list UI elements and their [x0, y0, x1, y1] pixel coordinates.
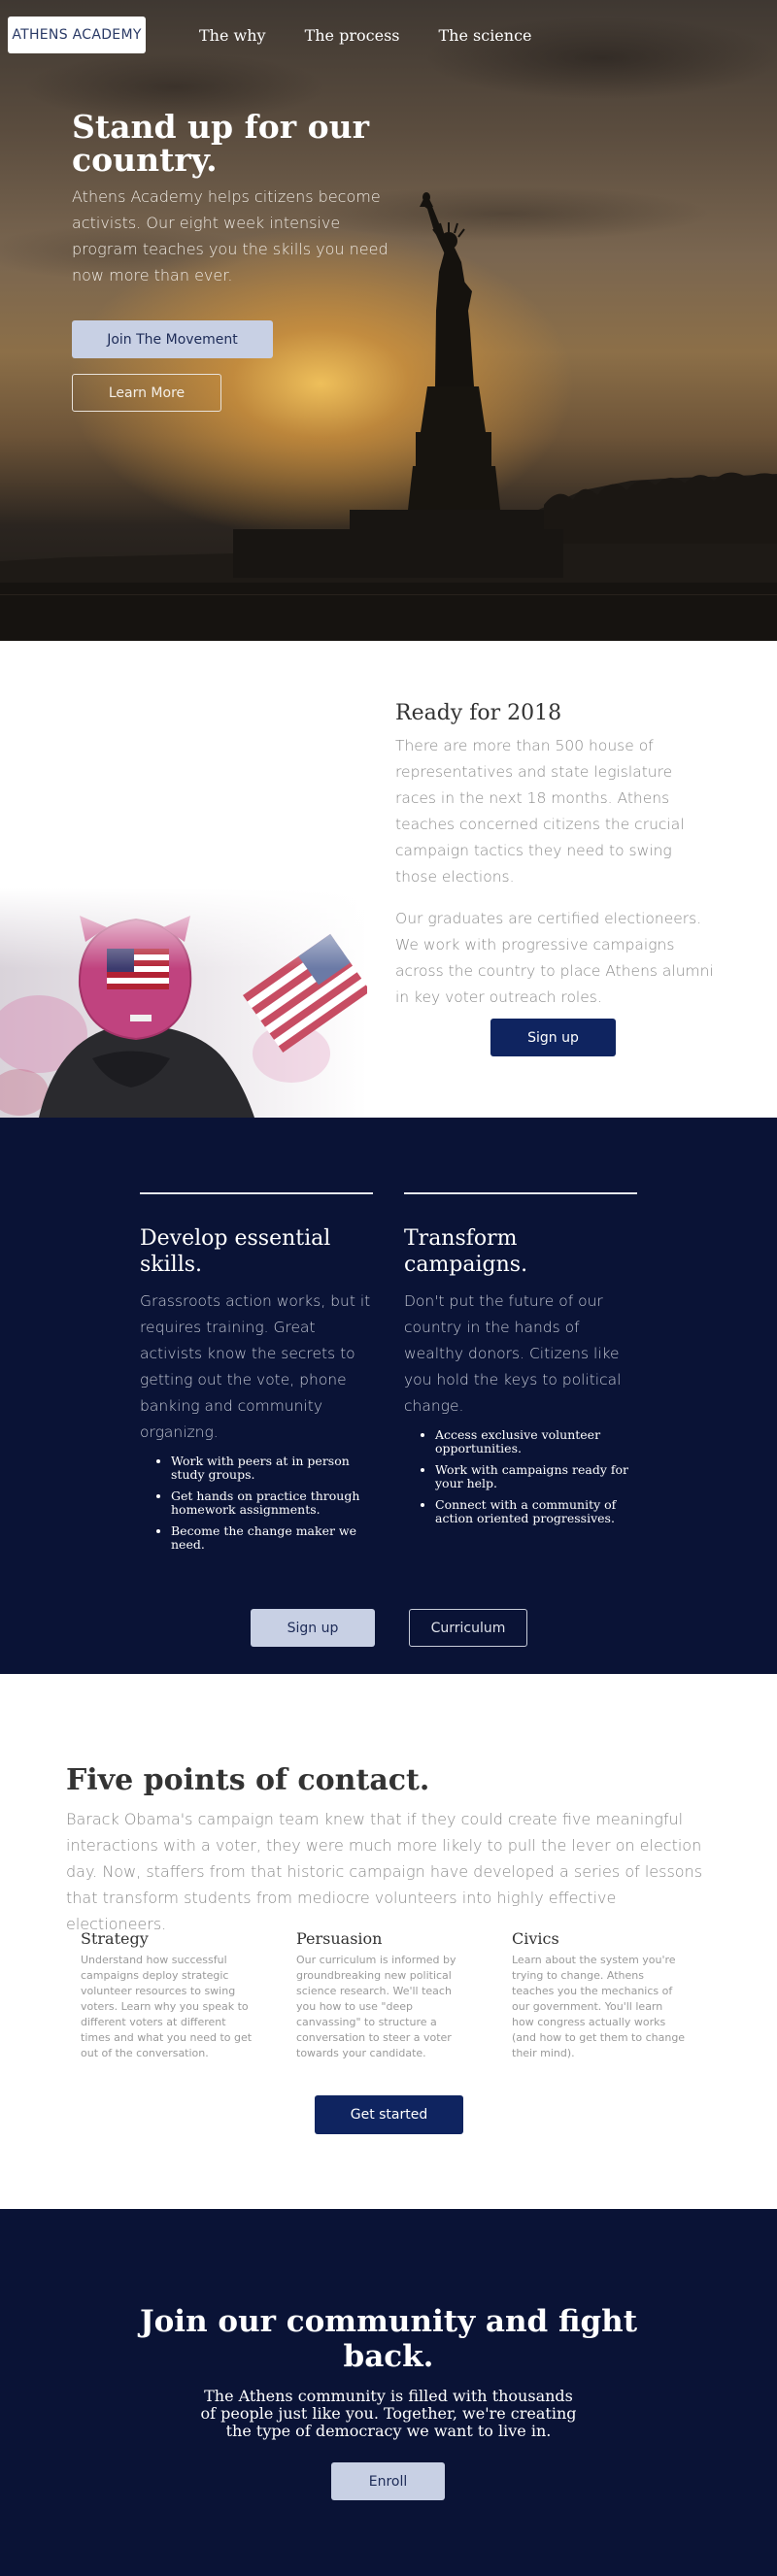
get-started-button[interactable]: Get started — [315, 2095, 463, 2134]
ready-paragraph-2: Our graduates are certified electioneers… — [395, 910, 714, 1006]
feature-column-skills: Develop essential skills. Grassroots act… — [140, 1192, 373, 1559]
enroll-button[interactable]: Enroll — [331, 2462, 445, 2500]
point-column-persuasion: Persuasion Our curriculum is informed by… — [296, 1929, 471, 2061]
list-item: Become the change maker we need. — [171, 1524, 373, 1552]
list-item: Access exclusive volunteer opportunities… — [435, 1428, 637, 1455]
hero-section: ATHENS ACADEMY The why The process The s… — [0, 0, 777, 641]
feature-paragraph-campaigns: Don't put the future of our country in t… — [404, 1292, 622, 1415]
ready-text-block: Ready for 2018 There are more than 500 h… — [395, 701, 714, 1011]
point-title: Strategy — [81, 1929, 149, 1948]
feature-column-campaigns: Transform campaigns. Don't put the futur… — [404, 1192, 637, 1533]
ready-sign-up-button[interactable]: Sign up — [490, 1019, 616, 1056]
point-title: Civics — [512, 1929, 559, 1948]
ready-section: Ready for 2018 There are more than 500 h… — [0, 641, 777, 1118]
five-points-section: Five points of contact. Barack Obama's c… — [0, 1674, 777, 2209]
ready-paragraph-1: There are more than 500 house of represe… — [395, 737, 685, 886]
feature-divider — [404, 1192, 637, 1194]
athens-academy-logo[interactable]: ATHENS ACADEMY — [8, 17, 146, 53]
feature-paragraph-skills: Grassroots action works, but it requires… — [140, 1292, 371, 1441]
point-column-strategy: Strategy Understand how successful campa… — [81, 1929, 255, 2061]
ready-title: Ready for 2018 — [395, 701, 562, 725]
nav-link-the-science[interactable]: The science — [438, 26, 531, 45]
nav-link-the-process[interactable]: The process — [305, 26, 400, 45]
nav-links: The why The process The science — [199, 26, 532, 45]
point-title: Persuasion — [296, 1929, 383, 1948]
point-text: Understand how successful campaigns depl… — [81, 1954, 253, 2059]
feature-divider — [140, 1192, 373, 1194]
points-title: Five points of contact. — [66, 1763, 430, 1797]
points-intro: Barack Obama's campaign team knew that i… — [66, 1810, 703, 1933]
hero-content: Stand up for our country. Athens Academy… — [72, 111, 402, 288]
join-title: Join our community and fight back. — [0, 2304, 777, 2374]
curriculum-button[interactable]: Curriculum — [409, 1609, 527, 1647]
join-the-movement-button[interactable]: Join The Movement — [72, 320, 273, 358]
point-column-civics: Civics Learn about the system you're try… — [512, 1929, 687, 2061]
hero-title: Stand up for our country. — [72, 108, 370, 179]
join-title-text: Join our community and fight back. — [139, 2304, 638, 2374]
hero-subtitle: Athens Academy helps citizens become act… — [72, 187, 388, 284]
list-item: Connect with a community of action orien… — [435, 1498, 637, 1525]
pink-hat-flag-image — [0, 888, 367, 1118]
features-section: Develop essential skills. Grassroots act… — [0, 1118, 777, 1674]
list-item: Get hands on practice through homework a… — [171, 1489, 373, 1517]
learn-more-button[interactable]: Learn More — [72, 374, 221, 412]
join-paragraph: The Athens community is filled with thou… — [0, 2388, 777, 2440]
point-text: Learn about the system you're trying to … — [512, 1954, 686, 2059]
point-text: Our curriculum is informed by groundbrea… — [296, 1954, 456, 2059]
feature-title-skills: Develop essential skills. — [140, 1226, 331, 1277]
join-section: Join our community and fight back. The A… — [0, 2209, 777, 2576]
list-item: Work with peers at in person study group… — [171, 1455, 373, 1482]
nav-link-the-why[interactable]: The why — [199, 26, 266, 45]
feature-title-campaigns: Transform campaigns. — [404, 1226, 528, 1277]
feature-list-campaigns: Access exclusive volunteer opportunities… — [404, 1428, 637, 1525]
features-sign-up-button[interactable]: Sign up — [251, 1609, 375, 1647]
list-item: Work with campaigns ready for your help. — [435, 1463, 637, 1490]
feature-list-skills: Work with peers at in person study group… — [140, 1455, 373, 1552]
top-navbar: ATHENS ACADEMY The why The process The s… — [8, 17, 777, 53]
join-paragraph-text: The Athens community is filled with thou… — [200, 2387, 577, 2440]
